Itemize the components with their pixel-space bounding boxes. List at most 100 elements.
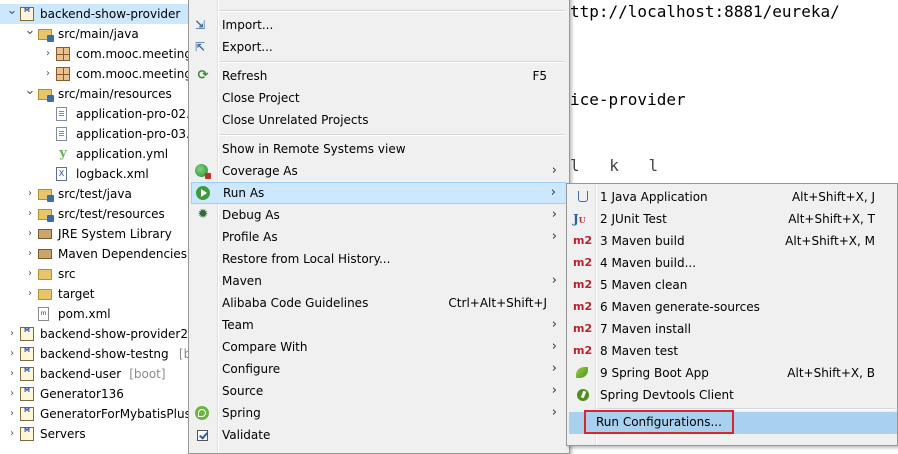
chevron-right-icon[interactable]: › [6,384,18,404]
submenu-item-run-configurations[interactable]: Run Configurations... [569,410,897,434]
chevron-down-icon[interactable]: ⌄ [6,1,18,21]
chevron-right-icon[interactable]: › [42,44,54,64]
source-folder-icon [38,189,54,202]
tree-item[interactable]: › src [0,264,196,284]
m2-icon: m2 [573,322,593,335]
menu-item-coverage-as[interactable]: Coverage As › [191,160,567,182]
menu-item-shortcut: F5 [532,69,547,83]
run-as-submenu[interactable]: 1 Java Application Alt+Shift+X, J JU 2 JUni… [566,183,898,446]
submenu-arrow-icon: › [551,405,557,420]
menu-item-spring[interactable]: Spring › [191,402,567,424]
spring-icon [195,406,209,420]
tree-item[interactable]: › com.mooc.meeting [0,44,196,64]
submenu-item-spring-devtools-client[interactable]: Spring Devtools Client [569,384,897,406]
tree-item[interactable]: › src/test/java [0,184,196,204]
submenu-item-8-maven-test[interactable]: m2 8 Maven test [569,340,897,362]
tree-item-label: application-pro-02. [76,107,190,121]
tree-item[interactable]: › target [0,284,196,304]
menu-item-alibaba-code-guidelines[interactable]: Alibaba Code Guidelines Ctrl+Alt+Shift+J [191,292,567,314]
tree-item-label: application.yml [76,147,169,161]
menu-item-export[interactable]: ⇱ Export... [191,36,567,58]
tree-item-label: backend-show-provider2 [40,327,189,341]
menu-item-restore-from-local-history[interactable]: Restore from Local History... [191,248,567,270]
submenu-item-2-junit-test[interactable]: JU 2 JUnit Test Alt+Shift+X, T [569,208,897,230]
menu-item-label: Refactor [222,0,272,7]
chevron-right-icon[interactable]: › [24,284,36,304]
menu-item-validate[interactable]: Validate [191,424,567,446]
m2-icon: m2 [573,300,593,313]
chevron-right-icon[interactable]: › [6,424,18,444]
menu-item-debug-as[interactable]: ✹ Debug As › [191,204,567,226]
menu-item-refresh[interactable]: ⟳ Refresh F5 [191,65,567,87]
tree-item[interactable]: Xlogback.xml [0,164,196,184]
menu-item-maven[interactable]: Maven › [191,270,567,292]
submenu-item-label: 4 Maven build... [600,256,697,270]
chevron-right-icon[interactable]: › [6,364,18,384]
menu-item-label: Source [222,384,264,398]
chevron-right-icon[interactable]: › [6,324,18,344]
menu-item-run-as[interactable]: Run As › [191,182,567,204]
tree-item[interactable]: ⌄ src/main/java [0,21,196,44]
tree-item[interactable]: › M Servers [0,424,196,444]
menu-item-show-in-remote-systems-view[interactable]: Show in Remote Systems view [191,138,567,160]
tree-item-label: src/test/resources [58,207,165,221]
project-explorer-tree[interactable]: ⌄ Mbackend-show-provider ⌄ src/main/java › co… [0,0,196,446]
submenu-item-3-maven-build[interactable]: m2 3 Maven build Alt+Shift+X, M [569,230,897,252]
menu-item-label: Coverage As [222,164,298,178]
tree-item[interactable]: › Mbackend-show-testng [b [0,344,196,364]
menu-item-configure[interactable]: Configure › [191,358,567,380]
m2-icon: m2 [573,256,593,269]
tree-item[interactable]: ⌄ src/main/resources [0,81,196,104]
tree-item[interactable]: ›JRE System Library[Ja [0,224,196,244]
project-context-menu[interactable]: Refactor Alt+Shift+T › ⇲ Import... ⇱ Export...… [188,0,570,454]
menu-item-label: Import... [222,18,274,32]
tree-item[interactable]: m pom.xml [0,304,196,324]
tree-item-label: target [58,287,95,301]
menu-item-compare-with[interactable]: Compare With › [191,336,567,358]
chevron-down-icon[interactable]: ⌄ [24,21,36,41]
submenu-arrow-icon: › [551,383,557,398]
tree-item[interactable]: y application.yml [0,144,196,164]
submenu-item-5-maven-clean[interactable]: m2 5 Maven clean [569,274,897,296]
tree-item[interactable]: › src/test/resources [0,204,196,224]
submenu-item-label: Spring Devtools Client [600,388,734,402]
chevron-right-icon[interactable]: › [42,64,54,84]
menu-item-refactor[interactable]: Refactor Alt+Shift+T › [191,0,567,7]
submenu-item-6-maven-generate-sources[interactable]: m2 6 Maven generate-sources [569,296,897,318]
submenu-item-7-maven-install[interactable]: m2 7 Maven install [569,318,897,340]
chevron-down-icon[interactable]: ⌄ [24,81,36,101]
submenu-item-1-java-application[interactable]: 1 Java Application Alt+Shift+X, J [569,186,897,208]
tree-item-label: backend-user [40,367,122,381]
chevron-right-icon[interactable]: › [24,224,36,244]
menu-item-team[interactable]: Team › [191,314,567,336]
tree-item-label: pom.xml [58,307,111,321]
menu-item-label: Close Unrelated Projects [222,113,369,127]
tree-item[interactable]: › M GeneratorForMybatisPlus [0,404,196,424]
tree-item[interactable]: › Mbackend-user [boot] [0,364,196,384]
chevron-right-icon[interactable]: › [24,184,36,204]
tree-item[interactable]: application-pro-02. [0,104,196,124]
menu-item-close-project[interactable]: Close Project [191,87,567,109]
package-icon [56,47,70,61]
chevron-right-icon[interactable]: › [24,264,36,284]
tree-item[interactable]: › M Generator136 [0,384,196,404]
library-icon [38,229,52,239]
menu-item-source[interactable]: Source › [191,380,567,402]
menu-separator [219,61,565,63]
chevron-right-icon[interactable]: › [24,244,36,264]
tree-item[interactable]: › Maven Dependencies [0,244,196,264]
submenu-item-4-maven-build[interactable]: m2 4 Maven build... [569,252,897,274]
chevron-right-icon[interactable]: › [24,204,36,224]
menu-item-label: Profile As [222,230,278,244]
chevron-right-icon[interactable]: › [6,404,18,424]
menu-item-import[interactable]: ⇲ Import... [191,14,567,36]
menu-item-profile-as[interactable]: Profile As › [191,226,567,248]
chevron-right-icon[interactable]: › [6,344,18,364]
tree-item[interactable]: application-pro-03. [0,124,196,144]
pom-file-icon: m [38,307,49,321]
menu-item-label: Compare With [222,340,308,354]
menu-item-close-unrelated-projects[interactable]: Close Unrelated Projects [191,109,567,131]
tree-item[interactable]: › Mbackend-show-provider2 [0,324,196,344]
submenu-item-9-spring-boot-app[interactable]: 9 Spring Boot App Alt+Shift+X, B [569,362,897,384]
refresh-icon: ⟳ [197,68,209,83]
